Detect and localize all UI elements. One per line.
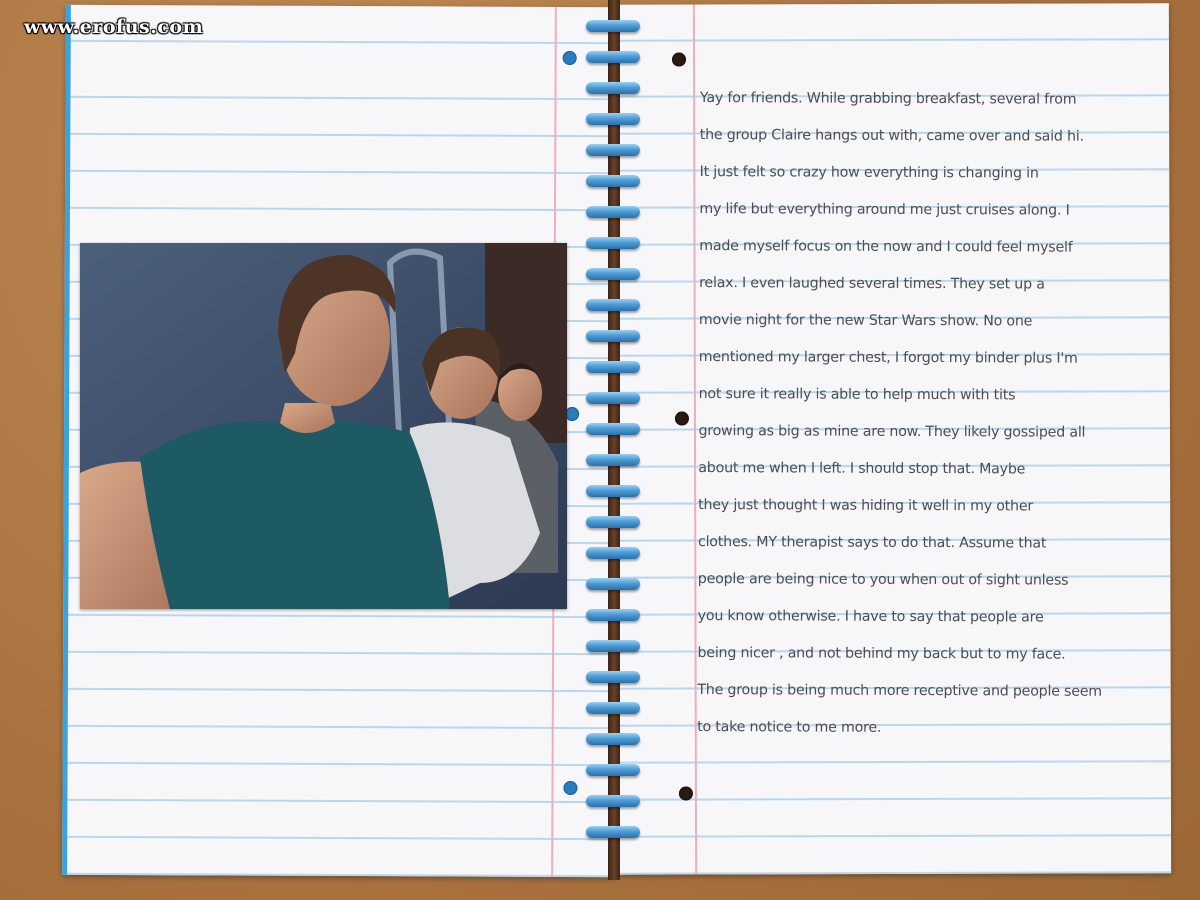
journal-line: The group is being much more receptive a… bbox=[697, 681, 1102, 700]
journal-line: my life but everything around me just cr… bbox=[699, 200, 1070, 219]
site-watermark: www.erofus.com bbox=[24, 16, 204, 38]
journal-line: to take notice to me more. bbox=[697, 718, 882, 736]
journal-line: growing as big as mine are now. They lik… bbox=[698, 422, 1086, 441]
journal-line: not sure it really is able to help much … bbox=[698, 385, 1016, 404]
selfie-illustration bbox=[80, 243, 567, 609]
journal-line: Yay for friends. While grabbing breakfas… bbox=[699, 89, 1077, 108]
binder-hole bbox=[562, 50, 577, 66]
spiral-coil bbox=[586, 671, 640, 683]
journal-line: relax. I even laughed several times. The… bbox=[699, 274, 1045, 293]
spiral-coil bbox=[586, 547, 640, 559]
binder-hole bbox=[563, 780, 578, 796]
spiral-coil bbox=[586, 733, 640, 745]
journal-line: made myself focus on the now and I could… bbox=[699, 237, 1073, 256]
journal-entry: Yay for friends. While grabbing breakfas… bbox=[697, 80, 1160, 748]
notebook-spine bbox=[608, 0, 620, 880]
spiral-coil bbox=[586, 702, 640, 714]
journal-line: clothes. MY therapist says to do that. A… bbox=[697, 533, 1047, 552]
spiral-coil bbox=[586, 299, 640, 311]
spiral-coil bbox=[586, 485, 640, 497]
journal-line: they just thought I was hiding it well i… bbox=[698, 496, 1034, 515]
spiral-coil bbox=[586, 361, 640, 373]
binder-hole bbox=[678, 786, 693, 801]
spiral-coil bbox=[586, 82, 640, 94]
journal-line: movie night for the new Star Wars show. … bbox=[698, 311, 1033, 330]
journal-line: people are being nice to you when out of… bbox=[697, 570, 1069, 589]
spiral-coil bbox=[586, 51, 640, 63]
binder-hole bbox=[674, 411, 689, 426]
journal-line: about me when I left. I should stop that… bbox=[698, 459, 1026, 478]
spiral-coil bbox=[586, 764, 640, 776]
spiral-coil bbox=[586, 392, 640, 404]
binder-hole bbox=[671, 52, 687, 67]
spiral-coil bbox=[586, 609, 640, 621]
spiral-coil bbox=[586, 330, 640, 342]
spiral-coil bbox=[586, 578, 640, 590]
spiral-coil bbox=[586, 20, 640, 32]
journal-line: the group Claire hangs out with, came ov… bbox=[699, 126, 1084, 145]
spiral-coil bbox=[586, 237, 640, 249]
spiral-coil bbox=[586, 795, 640, 807]
spiral-coil bbox=[586, 454, 640, 466]
spiral-coil bbox=[586, 175, 640, 187]
spiral-coil bbox=[586, 113, 640, 125]
journal-line: being nicer , and not behind my back but… bbox=[697, 644, 1066, 663]
spiral-coil bbox=[586, 268, 640, 280]
journal-line: you know otherwise. I have to say that p… bbox=[697, 607, 1044, 626]
selfie-photo bbox=[80, 243, 567, 609]
spiral-coil bbox=[586, 423, 640, 435]
spiral-coil bbox=[586, 144, 640, 156]
journal-line: It just felt so crazy how everything is … bbox=[699, 163, 1039, 182]
spiral-coil bbox=[586, 516, 640, 528]
spiral-coil bbox=[586, 640, 640, 652]
journal-line: mentioned my larger chest, I forgot my b… bbox=[698, 348, 1078, 367]
binder-hole bbox=[565, 406, 580, 422]
spiral-coil bbox=[586, 826, 640, 838]
spiral-coil bbox=[586, 206, 640, 218]
